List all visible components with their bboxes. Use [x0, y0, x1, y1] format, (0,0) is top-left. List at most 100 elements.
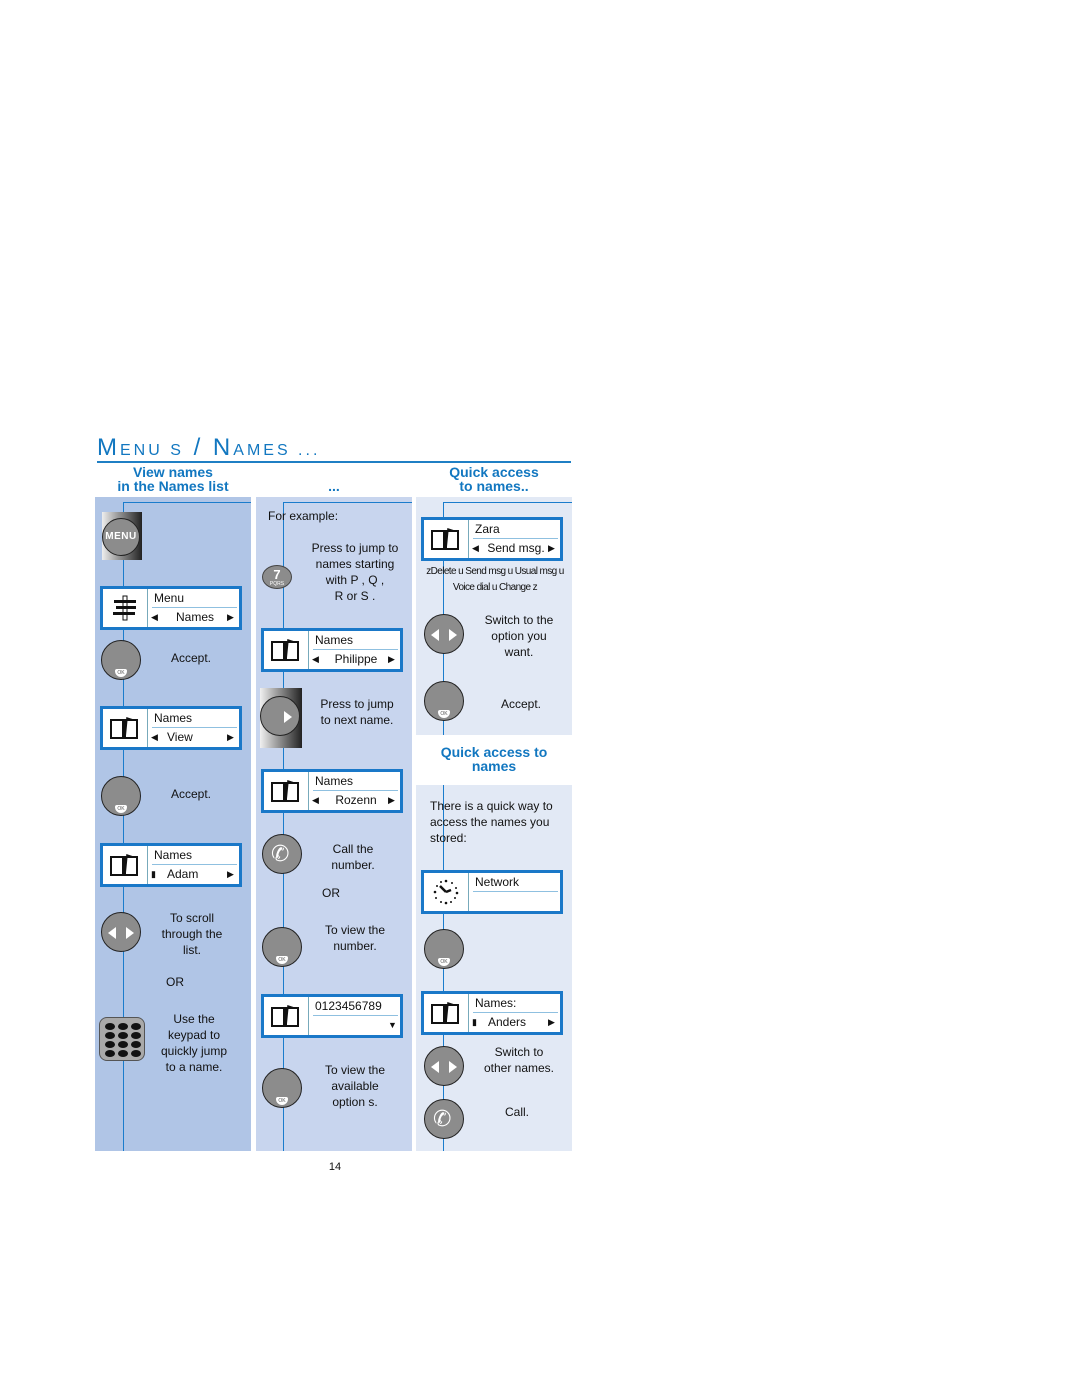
screen-line2: Rozenn — [335, 793, 377, 807]
title-part: ENU S — [120, 442, 184, 459]
text-line: To view the — [324, 923, 386, 937]
view-number-text: To view the number. — [316, 922, 394, 954]
left-arrow-icon: ◀ — [312, 654, 319, 664]
ok-icon: OK — [276, 1097, 288, 1105]
key-letters: PQRS — [269, 581, 285, 587]
book-icon — [424, 994, 469, 1032]
options-text: To view the available option s. — [316, 1062, 394, 1110]
menu-key[interactable]: MENU — [102, 512, 142, 560]
screen-line2: Anders — [488, 1015, 527, 1029]
screen-line1: Network — [473, 874, 558, 892]
col1-heading: View names in the Names list — [95, 465, 251, 493]
intro-text: There is a quick way to access the names… — [430, 798, 570, 846]
screen-line2: View — [167, 730, 193, 744]
ok-button[interactable]: OK — [262, 927, 302, 967]
title-part: M — [97, 434, 120, 461]
right-arrow-icon: ▶ — [548, 1017, 555, 1027]
ok-button[interactable]: OK — [424, 681, 464, 721]
quick-access-subheading: Quick access to names — [416, 745, 572, 773]
book-icon — [103, 709, 148, 747]
screen-line1: Names: — [473, 995, 558, 1013]
text-line: to next name. — [320, 713, 394, 727]
book-icon — [264, 631, 309, 669]
text-line: list. — [183, 943, 201, 957]
or-text: OR — [166, 975, 184, 989]
flow-line — [283, 502, 412, 503]
book-icon — [103, 846, 148, 884]
text-line: other names. — [483, 1061, 555, 1075]
screen-menu-names: Menu ◀ Names ▶ — [100, 586, 242, 630]
right-arrow-icon — [449, 629, 457, 641]
screen-line2: Send msg. — [487, 541, 545, 555]
book-icon — [264, 772, 309, 810]
options-cycle: zDelete u Send msg u Usual msg u Voice d… — [418, 564, 572, 596]
key-7-button[interactable]: 7 PQRS — [262, 565, 292, 589]
left-right-nav-button[interactable] — [424, 1046, 464, 1086]
text-line: option you — [491, 629, 547, 643]
screen-number: 0123456789 ▼ — [261, 994, 403, 1038]
ok-button[interactable]: OK — [101, 640, 141, 680]
for-example-text: For example: — [268, 509, 339, 523]
screen-network: Network — [421, 870, 563, 914]
left-arrow-icon — [108, 927, 116, 939]
screen-line1: Zara — [473, 521, 558, 539]
screen-line1: Names — [152, 847, 237, 865]
right-arrow-icon: ▶ — [548, 543, 555, 553]
book-icon — [264, 997, 309, 1035]
screen-line2: Philippe — [334, 652, 378, 666]
ok-icon: OK — [115, 669, 127, 677]
text-line: Call the — [332, 842, 374, 856]
switch-option-text: Switch to the option you want. — [474, 612, 564, 660]
call-text: Call the number. — [322, 841, 384, 873]
or-text: OR — [322, 886, 340, 900]
text-line: Use the — [173, 1012, 215, 1026]
title-rule — [97, 461, 571, 463]
ok-button[interactable]: OK — [262, 1068, 302, 1108]
ok-button[interactable]: OK — [101, 776, 141, 816]
call-button[interactable]: ✆ — [424, 1099, 464, 1139]
screen-names-philippe: Names ◀ Philippe ▶ — [261, 628, 403, 672]
text-line: quickly jump — [160, 1044, 228, 1058]
left-arrow-icon: ◀ — [151, 612, 158, 622]
screen-names-adam: Names ▮ Adam ▶ — [100, 843, 242, 887]
right-nav-key[interactable] — [260, 688, 302, 748]
left-arrow-icon: ◀ — [151, 732, 158, 742]
switch-names-text: Switch to other names. — [478, 1044, 560, 1076]
subheading-line: Quick access to — [440, 744, 548, 760]
text-line: There is a quick way to — [430, 799, 553, 813]
flow-line — [443, 502, 572, 503]
call-button[interactable]: ✆ — [262, 834, 302, 874]
left-arrow-icon — [431, 629, 439, 641]
ok-icon: OK — [115, 805, 127, 813]
accept-text: Accept. — [170, 651, 212, 665]
keypad-icon[interactable] — [99, 1017, 145, 1061]
text-line: Press to jump — [320, 697, 394, 711]
cursor-icon: ▮ — [472, 1017, 477, 1027]
col1-heading-line: View names — [133, 464, 213, 480]
accept-text: Accept. — [170, 787, 212, 801]
text-line: available — [331, 1079, 379, 1093]
ok-icon: OK — [438, 710, 450, 718]
screen-line1: 0123456789 — [313, 998, 398, 1016]
text-line: Press to jump to — [311, 541, 399, 555]
left-right-nav-button[interactable] — [424, 614, 464, 654]
text-line: Switch to — [494, 1045, 544, 1059]
call-text: Call. — [504, 1105, 529, 1119]
left-right-nav-button[interactable] — [101, 912, 141, 952]
ok-icon: OK — [438, 958, 450, 966]
col3-heading-line: to names.. — [459, 478, 529, 494]
text-line: stored: — [430, 831, 467, 845]
text-line: option s. — [332, 1095, 378, 1109]
screen-line2: Adam — [167, 867, 199, 881]
text-line: through the — [161, 927, 223, 941]
text-line: to a name. — [165, 1060, 223, 1074]
right-arrow-icon — [284, 711, 292, 723]
col3-heading: Quick access to names.. — [416, 465, 572, 493]
flow-line — [123, 502, 251, 503]
text-line: R or S . — [334, 589, 376, 603]
menu-key-label: MENU — [102, 518, 140, 556]
ok-button[interactable]: OK — [424, 929, 464, 969]
clock-icon — [424, 873, 469, 911]
scroll-text: To scroll through the list. — [152, 910, 232, 958]
title-part: N — [212, 434, 234, 461]
